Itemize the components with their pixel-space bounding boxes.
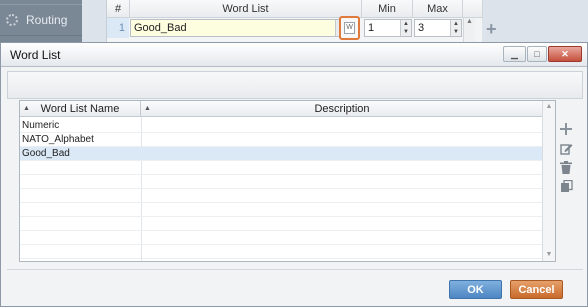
sidebar-item-routing[interactable]: Routing: [0, 4, 82, 36]
word-list-dialog: Word List ▁ □ ✕ ▲ Word List Name ▲ Descr…: [0, 42, 588, 307]
combobox-value: Good_Bad: [134, 22, 187, 34]
cancel-button[interactable]: Cancel: [510, 280, 563, 299]
add-row-icon[interactable]: +: [486, 20, 497, 38]
minimize-icon[interactable]: ▁: [503, 46, 526, 62]
column-header-word-list: Word List: [130, 0, 362, 18]
grid-scrollbar[interactable]: ▲: [463, 18, 475, 44]
spinner-icon[interactable]: ▲ ▼: [400, 20, 411, 36]
word-list-grid: # Word List Min Max 1 Good_Bad ▼ W 1 ▲▼ …: [106, 0, 483, 44]
word-list-name-cell: Numeric: [22, 120, 60, 131]
column-header-blank: [463, 0, 483, 18]
min-stepper[interactable]: 1 ▲ ▼: [364, 19, 412, 37]
copy-icon[interactable]: [558, 178, 574, 194]
max-stepper[interactable]: 3 ▲ ▼: [414, 19, 462, 37]
gear-icon: [6, 14, 18, 26]
column-header-label: Word List Name: [40, 103, 120, 115]
sidebar-item-label: Routing: [26, 13, 68, 27]
column-header-description[interactable]: ▲ Description: [141, 101, 543, 117]
ok-button[interactable]: OK: [449, 280, 502, 299]
empty-row: [20, 189, 543, 203]
dialog-titlebar[interactable]: Word List ▁ □ ✕: [1, 43, 587, 67]
dialog-toolbar: [7, 71, 583, 99]
word-list-name-cell: Good_Bad: [22, 148, 70, 159]
column-header-min: Min: [362, 0, 413, 18]
table-scrollbar[interactable]: ▲ ▼: [542, 101, 555, 261]
word-list-name-cell: NATO_Alphabet: [22, 134, 94, 145]
edit-icon[interactable]: [558, 140, 574, 156]
scroll-up-icon[interactable]: ▲: [543, 101, 555, 113]
empty-row: [20, 203, 543, 217]
dialog-title: Word List: [10, 48, 61, 62]
column-header-word-list-name[interactable]: ▲ Word List Name: [20, 101, 141, 117]
empty-row: [20, 231, 543, 245]
word-list-combobox[interactable]: Good_Bad ▼: [130, 19, 348, 37]
empty-row: [20, 175, 543, 189]
row-number: 1: [107, 18, 129, 38]
empty-row: [20, 217, 543, 231]
column-header-label: Description: [314, 103, 370, 115]
column-header-max: Max: [413, 0, 463, 18]
table-row[interactable]: NATO_Alphabet: [20, 133, 543, 147]
sort-icon: ▲: [23, 105, 30, 112]
word-list-table: ▲ Word List Name ▲ Description Numeric N…: [19, 100, 556, 262]
footer-divider: [7, 269, 583, 270]
add-icon[interactable]: [558, 121, 574, 137]
min-value: 1: [368, 22, 375, 34]
table-row-selected[interactable]: Good_Bad: [20, 147, 543, 161]
sort-icon: ▲: [144, 105, 151, 112]
close-icon[interactable]: ✕: [548, 46, 582, 62]
spinner-icon[interactable]: ▲ ▼: [450, 20, 461, 36]
word-list-icon: W: [344, 22, 355, 34]
max-value: 3: [418, 22, 425, 34]
empty-row: [20, 245, 543, 259]
table-row[interactable]: Numeric: [20, 119, 543, 133]
maximize-icon[interactable]: □: [527, 46, 547, 62]
scroll-down-icon[interactable]: ▼: [543, 249, 555, 261]
empty-row: [20, 161, 543, 175]
column-header-num: #: [107, 0, 130, 18]
delete-icon[interactable]: [558, 159, 574, 175]
word-list-editor-button[interactable]: W: [339, 16, 360, 40]
